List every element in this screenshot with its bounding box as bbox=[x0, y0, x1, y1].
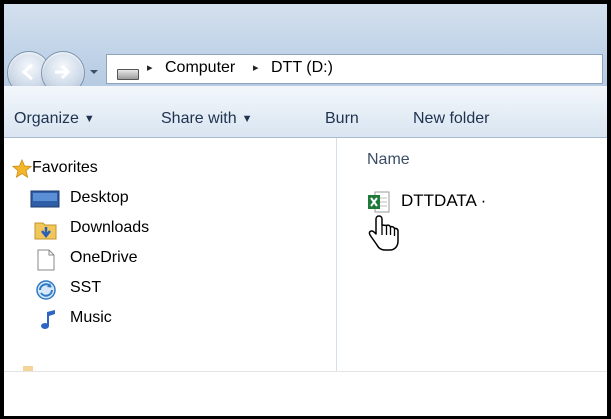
address-field[interactable]: ▸ Computer ▸ DTT (D:) bbox=[106, 54, 603, 84]
column-header-name[interactable]: Name bbox=[367, 151, 410, 169]
status-area bbox=[4, 371, 607, 416]
nav-item-desktop[interactable]: Desktop bbox=[4, 188, 334, 212]
organize-button[interactable]: Organize ▼ bbox=[14, 110, 95, 128]
back-arrow-icon bbox=[21, 63, 33, 81]
star-icon bbox=[12, 159, 32, 179]
share-with-button[interactable]: Share with ▼ bbox=[161, 110, 252, 128]
excel-file-icon bbox=[368, 191, 390, 213]
hand-pointer-cursor-icon bbox=[368, 215, 399, 251]
nav-item-label: Music bbox=[70, 309, 112, 326]
nav-item-label: SST bbox=[70, 279, 102, 296]
chevron-down-icon: ▼ bbox=[83, 113, 95, 125]
burn-label: Burn bbox=[325, 110, 359, 127]
forward-arrow-icon bbox=[55, 64, 71, 80]
nav-item-label: OneDrive bbox=[70, 249, 138, 266]
breadcrumb-separator[interactable]: ▸ bbox=[253, 61, 259, 74]
nav-item-music[interactable]: Music bbox=[4, 308, 334, 332]
nav-item-label: Downloads bbox=[70, 219, 150, 236]
music-note-icon bbox=[41, 310, 55, 329]
burn-button[interactable]: Burn bbox=[325, 110, 359, 128]
file-item[interactable]: DTTDATA · bbox=[367, 190, 567, 216]
breadcrumb-separator[interactable]: ▸ bbox=[147, 61, 153, 74]
explorer-window: ▸ Computer ▸ DTT (D:) Organize ▼ Share wi… bbox=[0, 0, 611, 419]
new-folder-label: New folder bbox=[413, 110, 490, 127]
new-folder-button[interactable]: New folder bbox=[413, 110, 489, 128]
refresh-icon bbox=[36, 280, 56, 300]
navigation-pane: Favorites Desktop Downloads OneDrive SST… bbox=[4, 138, 337, 371]
recent-pages-dropdown-icon[interactable] bbox=[89, 67, 99, 77]
file-name: DTTDATA · bbox=[401, 191, 487, 210]
breadcrumb-drive[interactable]: DTT (D:) bbox=[271, 59, 333, 77]
chevron-down-icon: ▼ bbox=[241, 113, 253, 125]
downloads-folder-icon bbox=[34, 222, 57, 240]
nav-item-downloads[interactable]: Downloads bbox=[4, 218, 334, 242]
command-toolbar: Organize ▼ Share with ▼ Burn New folder bbox=[4, 86, 607, 138]
document-icon bbox=[37, 249, 55, 271]
desktop-icon bbox=[30, 190, 60, 208]
nav-item-favorites[interactable]: Favorites bbox=[4, 158, 334, 182]
file-list-pane: Name DTTDATA · bbox=[337, 138, 607, 371]
nav-item-label: Desktop bbox=[70, 189, 129, 206]
drive-icon bbox=[117, 69, 139, 80]
address-bar-region: ▸ Computer ▸ DTT (D:) bbox=[4, 4, 607, 95]
nav-item-onedrive[interactable]: OneDrive bbox=[4, 248, 334, 272]
organize-label: Organize bbox=[14, 110, 79, 127]
nav-item-label: Favorites bbox=[32, 159, 98, 176]
share-with-label: Share with bbox=[161, 110, 237, 127]
nav-item-sst[interactable]: SST bbox=[4, 278, 334, 302]
breadcrumb-computer[interactable]: Computer bbox=[165, 59, 235, 77]
